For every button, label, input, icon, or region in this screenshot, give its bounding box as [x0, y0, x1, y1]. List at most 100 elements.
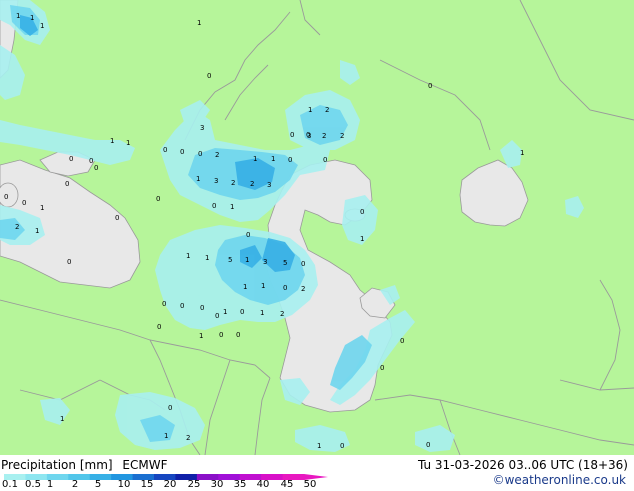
precip-value: 0 — [301, 260, 305, 268]
precip-value: 5 — [283, 259, 287, 267]
scale-tick-label: 50 — [303, 479, 317, 490]
precip-value: 0 — [219, 331, 223, 339]
precip-value: 3 — [307, 132, 311, 140]
precip-value: 0 — [115, 214, 119, 222]
precip-value: 1 — [199, 332, 203, 340]
run-time: Tu 31-03-2026 03..06 UTC (18+36) — [417, 458, 628, 472]
precip-value: 0 — [67, 258, 71, 266]
precip-value: 0 — [380, 364, 384, 372]
precip-value: 1 — [308, 106, 312, 114]
precip-value: 5 — [228, 256, 232, 264]
precip-value: 2 — [15, 223, 19, 231]
precip-value: 0 — [162, 300, 166, 308]
precip-value: 1 — [164, 432, 168, 440]
precip-value: 0 — [323, 156, 327, 164]
precip-value: 3 — [263, 258, 267, 266]
precip-value: 2 — [340, 132, 344, 140]
precip-value: 1 — [243, 283, 247, 291]
precip-value: 0 — [163, 146, 167, 154]
scale-tick-label: 40 — [256, 479, 270, 490]
scale-tick-label: 45 — [280, 479, 294, 490]
precip-value: 0 — [4, 193, 8, 201]
scale-tick-label: 5 — [94, 479, 102, 490]
precip-value: 1 — [60, 415, 64, 423]
precip-value: 1 — [186, 252, 190, 260]
title-text: Precipitation [mm] — [1, 458, 113, 472]
precip-value: 0 — [426, 441, 430, 449]
scale-tick-label: 0.5 — [25, 479, 41, 490]
precip-value: 0 — [340, 442, 344, 450]
precip-value: 2 — [280, 310, 284, 318]
precip-value: 0 — [212, 202, 216, 210]
precip-value: 1 — [253, 155, 257, 163]
scale-tick-label: 10 — [117, 479, 131, 490]
precip-value: 0 — [290, 131, 294, 139]
precip-value: 0 — [215, 312, 219, 320]
scale-tick-label: 35 — [233, 479, 247, 490]
scale-tick-label: 30 — [210, 479, 224, 490]
precip-value: 0 — [198, 150, 202, 158]
precip-value: 0 — [246, 231, 250, 239]
legend-footer: Precipitation [mm] ECMWF Tu 31-03-2026 0… — [0, 455, 634, 490]
model-name: ECMWF — [122, 458, 168, 472]
precip-value: 0 — [157, 323, 161, 331]
precip-value: 2 — [325, 106, 329, 114]
precip-value: 1 — [360, 235, 364, 243]
precip-value: 0 — [180, 302, 184, 310]
precip-value: 1 — [197, 19, 201, 27]
precip-value: 0 — [89, 157, 93, 165]
precip-value: 1 — [317, 442, 321, 450]
precip-value: 0 — [94, 164, 98, 172]
precip-value: 0 — [200, 304, 204, 312]
credit-link[interactable]: ©weatheronline.co.uk — [493, 473, 626, 487]
precip-value: 1 — [260, 309, 264, 317]
precip-value: 0 — [207, 72, 211, 80]
precip-value: 1 — [196, 175, 200, 183]
precip-value: 3 — [214, 177, 218, 185]
precipitation-map: 1 1 1 1 0 0 1 2 3 2 0 0 1 3 1 2 0 0 0 0 … — [0, 0, 634, 455]
precip-value: 0 — [400, 337, 404, 345]
precip-value: 2 — [231, 179, 235, 187]
precip-value: 2 — [301, 285, 305, 293]
precip-value: 1 — [35, 227, 39, 235]
precip-value: 1 — [520, 149, 524, 157]
precip-value: 0 — [360, 208, 364, 216]
precip-value: 0 — [156, 195, 160, 203]
precip-value: 3 — [200, 124, 204, 132]
precip-value: 0 — [22, 199, 26, 207]
chart-title: Precipitation [mm] ECMWF — [1, 458, 167, 472]
precip-value: 1 — [223, 308, 227, 316]
precip-value: 1 — [230, 203, 234, 211]
precip-value: 2 — [215, 151, 219, 159]
precip-value: 0 — [168, 404, 172, 412]
precip-value: 0 — [69, 155, 73, 163]
lake-2 — [0, 182, 19, 208]
precip-value: 1 — [40, 204, 44, 212]
precip-value: 1 — [30, 14, 34, 22]
precip-value: 0 — [283, 284, 287, 292]
precip-value: 1 — [205, 254, 209, 262]
scale-tick-label: 15 — [140, 479, 154, 490]
precip-value: 1 — [245, 256, 249, 264]
scale-tick-label: 2 — [71, 479, 79, 490]
scale-tick-label: 1 — [46, 479, 54, 490]
precip-value: 0 — [288, 156, 292, 164]
precip-value: 1 — [271, 155, 275, 163]
scale-ticks: 0.1 0.5 1 2 5 10 15 20 25 30 35 40 45 50 — [0, 479, 340, 491]
scale-tick-label: 0.1 — [2, 479, 18, 490]
precip-value: 1 — [110, 137, 114, 145]
precip-value: 1 — [126, 139, 130, 147]
precip-value: 0 — [240, 308, 244, 316]
precip-value: 2 — [186, 434, 190, 442]
scale-tick-label: 20 — [163, 479, 177, 490]
precip-value: 0 — [180, 148, 184, 156]
precip-value: 2 — [250, 180, 254, 188]
precip-value: 1 — [261, 282, 265, 290]
precip-value: 3 — [267, 181, 271, 189]
precip-value: 0 — [428, 82, 432, 90]
precip-value: 2 — [322, 132, 326, 140]
precip-value: 0 — [65, 180, 69, 188]
precip-value: 0 — [236, 331, 240, 339]
precip-value: 1 — [40, 22, 44, 30]
precip-value: 1 — [16, 12, 20, 20]
